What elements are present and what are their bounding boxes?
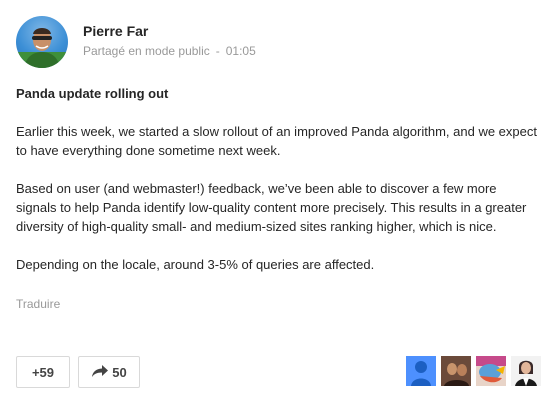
share-count: 50 [112, 364, 127, 380]
post-paragraph: Earlier this week, we started a slow rol… [16, 124, 537, 158]
plus-one-button[interactable]: +59 [16, 356, 70, 388]
author-name[interactable]: Pierre Far [83, 23, 148, 39]
post-meta: Partagé en mode public -01:05 [83, 44, 256, 58]
photo-avatar-icon[interactable] [511, 356, 541, 386]
meta-separator: - [215, 44, 220, 58]
post-content: Panda update rolling out Earlier this we… [16, 84, 540, 274]
visibility-label[interactable]: Partagé en mode public [83, 44, 210, 58]
post-paragraph: Based on user (and webmaster!) feedback,… [16, 181, 527, 234]
photo-avatar-icon[interactable] [441, 356, 471, 386]
plus-one-count: +59 [31, 364, 55, 380]
translate-link[interactable]: Traduire [16, 297, 60, 311]
post-paragraph: Depending on the locale, around 3-5% of … [16, 257, 375, 272]
bird-avatar-icon[interactable] [476, 356, 506, 386]
post-card: Pierre Far Partagé en mode public -01:05 … [0, 0, 554, 401]
default-avatar-icon[interactable] [406, 356, 436, 386]
post-title: Panda update rolling out [16, 86, 169, 101]
share-button[interactable]: 50 [78, 356, 140, 388]
post-timestamp[interactable]: 01:05 [226, 44, 256, 58]
share-arrow-icon [91, 364, 109, 381]
author-avatar[interactable] [16, 16, 68, 68]
author-photo-icon [16, 28, 68, 68]
